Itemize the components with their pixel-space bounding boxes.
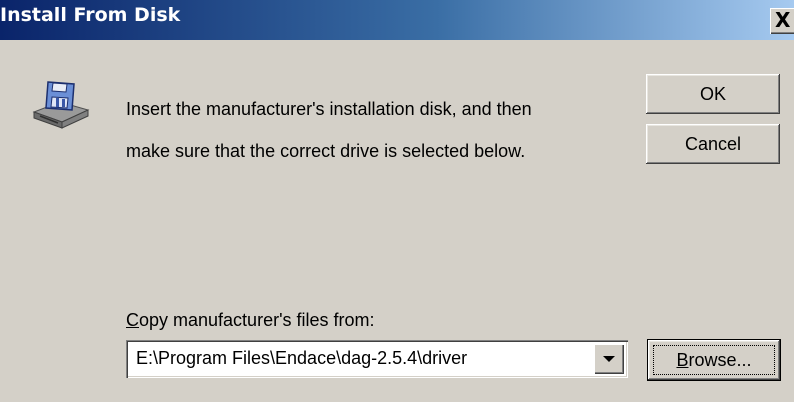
window-title: Install From Disk — [0, 4, 181, 26]
browse-focus-rect: Browse... — [653, 345, 775, 375]
title-bar[interactable]: Install From Disk — [0, 0, 794, 40]
close-icon: X — [775, 8, 791, 32]
copy-from-path-value[interactable]: E:\Program Files\Endace\dag-2.5.4\driver — [136, 348, 467, 369]
install-from-disk-dialog: Install From Disk X Insert the manufactu… — [0, 0, 794, 402]
browse-label-accel: B — [676, 350, 689, 370]
copy-from-label-accel: C — [126, 310, 139, 330]
copy-from-label: Copy manufacturer's files from: — [126, 310, 375, 331]
dropdown-button[interactable] — [594, 344, 624, 374]
floppy-disk-drive-icon — [32, 81, 90, 129]
ok-button[interactable]: OK — [646, 74, 780, 114]
close-button[interactable]: X — [770, 8, 794, 34]
message-line-2: make sure that the correct drive is sele… — [126, 141, 526, 161]
browse-label-text: rowse... — [688, 350, 752, 370]
copy-from-combobox[interactable]: E:\Program Files\Endace\dag-2.5.4\driver — [126, 340, 628, 378]
chevron-down-icon — [603, 356, 615, 362]
copy-from-label-text: opy manufacturer's files from: — [139, 310, 375, 330]
message-line-1: Insert the manufacturer's installation d… — [126, 99, 532, 119]
instruction-message: Insert the manufacturer's installation d… — [126, 78, 626, 183]
browse-button[interactable]: Browse... — [648, 340, 780, 380]
cancel-button[interactable]: Cancel — [646, 124, 780, 164]
